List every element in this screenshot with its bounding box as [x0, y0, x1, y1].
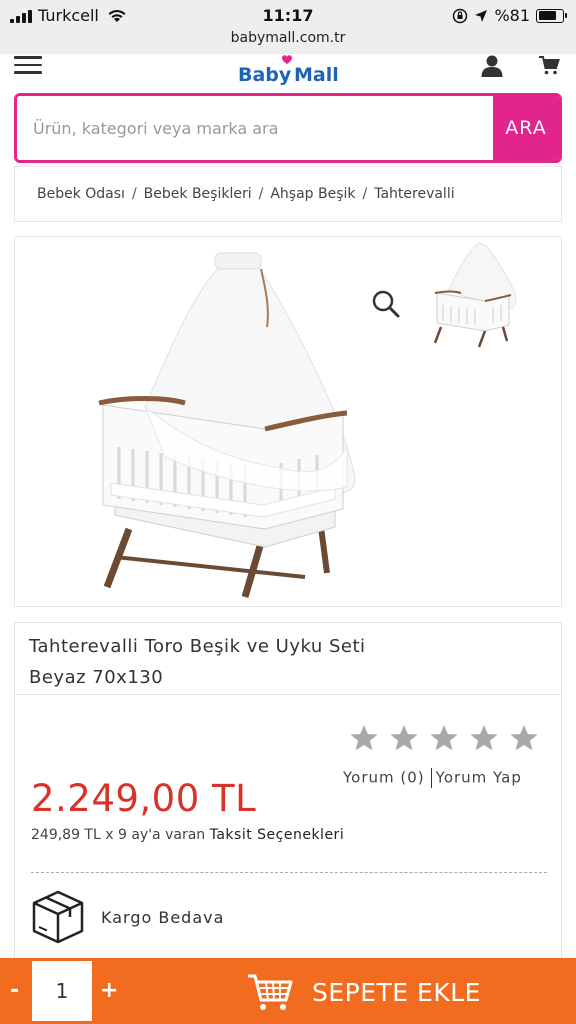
- star-icon[interactable]: [349, 723, 379, 753]
- star-icon[interactable]: [469, 723, 499, 753]
- user-account-icon[interactable]: [480, 54, 504, 78]
- battery-percent: %81: [494, 6, 530, 25]
- reviews-row: Yorum (0) Yorum Yap: [343, 768, 522, 788]
- product-title: Tahterevalli Toro Beşik ve Uyku Seti Bey…: [14, 622, 562, 694]
- write-review-link[interactable]: Yorum Yap: [436, 769, 522, 787]
- installment-options-link[interactable]: Taksit Seçenekleri: [210, 827, 345, 843]
- zoom-icon[interactable]: [371, 289, 401, 319]
- babymall-logo[interactable]: Baby Mall: [236, 54, 346, 88]
- breadcrumb-item[interactable]: Bebek Odası: [37, 186, 125, 202]
- hamburger-menu-icon[interactable]: [14, 56, 42, 74]
- add-to-cart-label: SEPETE EKLE: [312, 977, 481, 1007]
- search-button[interactable]: ARA: [493, 96, 559, 160]
- status-right: %81: [452, 6, 567, 25]
- shipping-info: Kargo Bedava: [31, 889, 224, 945]
- product-price: 2.249,00 TL: [31, 777, 257, 820]
- shopping-cart-icon: [248, 974, 293, 1010]
- location-icon: [475, 9, 488, 22]
- installment-info: 249,89 TL x 9 ay'a varan Taksit Seçenekl…: [31, 827, 344, 843]
- product-gallery: [14, 236, 562, 607]
- site-header: Baby Mall: [0, 54, 576, 90]
- status-bar: Turkcell 11:17 %81 babymall.com.tr: [0, 0, 576, 54]
- search-input[interactable]: [17, 96, 493, 160]
- decrease-quantity-button[interactable]: -: [10, 978, 19, 1003]
- svg-text:Baby: Baby: [238, 64, 292, 86]
- add-to-cart-bar: - + SEPETE EKLE: [0, 958, 576, 1024]
- star-icon[interactable]: [389, 723, 419, 753]
- product-main-image[interactable]: [85, 247, 375, 607]
- reviews-count-link[interactable]: Yorum (0): [343, 769, 425, 787]
- url-bar[interactable]: babymall.com.tr: [0, 30, 576, 46]
- divider: [31, 872, 547, 873]
- breadcrumb: Bebek Odası / Bebek Beşikleri / Ahşap Beşi…: [14, 166, 562, 222]
- star-icon[interactable]: [509, 723, 539, 753]
- svg-text:Mall: Mall: [294, 64, 339, 86]
- shipping-label: Kargo Bedava: [101, 907, 225, 927]
- search-bar: ARA: [14, 93, 562, 163]
- rating-stars[interactable]: [349, 723, 539, 753]
- product-title-line1: Tahterevalli Toro Beşik ve Uyku Seti: [29, 636, 366, 657]
- breadcrumb-item[interactable]: Ahşap Beşik: [270, 186, 355, 202]
- product-thumbnail[interactable]: [429, 239, 519, 351]
- shopping-cart-icon[interactable]: [538, 54, 560, 76]
- product-info: Yorum (0) Yorum Yap 2.249,00 TL 249,89 TL…: [14, 694, 562, 964]
- star-icon[interactable]: [429, 723, 459, 753]
- quantity-input[interactable]: [32, 961, 92, 1021]
- add-to-cart-button[interactable]: SEPETE EKLE: [240, 966, 570, 1018]
- rotation-lock-icon: [453, 8, 468, 23]
- product-title-line2: Beyaz 70x130: [29, 667, 164, 688]
- package-box-icon: [32, 890, 84, 944]
- breadcrumb-item[interactable]: Tahterevalli: [374, 186, 454, 202]
- breadcrumb-item[interactable]: Bebek Beşikleri: [144, 186, 252, 202]
- increase-quantity-button[interactable]: +: [100, 978, 118, 1003]
- installment-text: 249,89 TL x 9 ay'a varan: [31, 827, 206, 843]
- battery-icon: [536, 8, 567, 23]
